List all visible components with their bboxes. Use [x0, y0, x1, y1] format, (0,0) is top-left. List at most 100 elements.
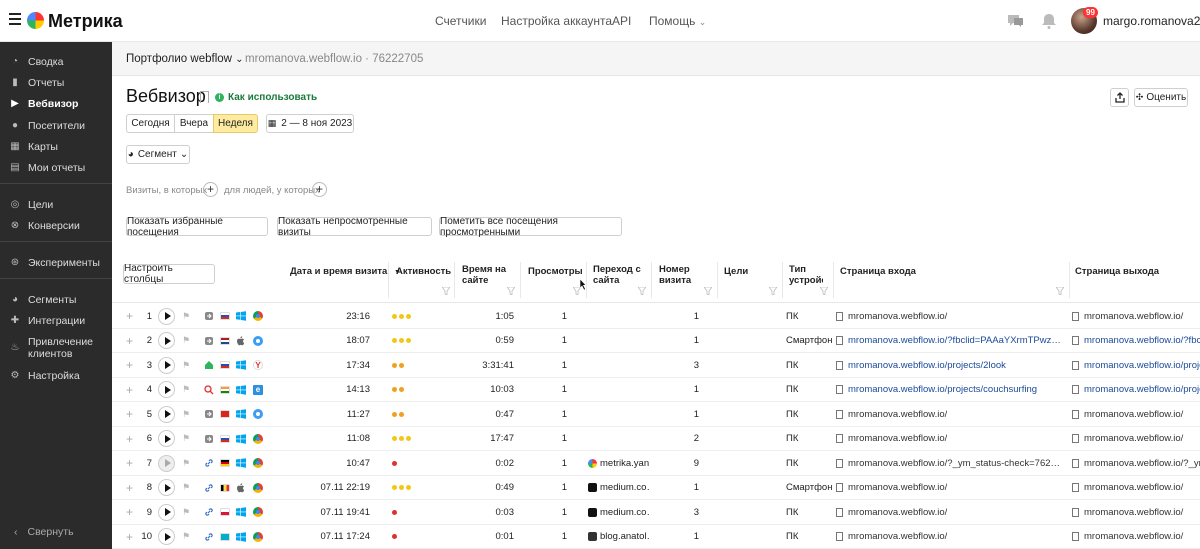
chat-icon[interactable]: [1006, 12, 1024, 30]
filter-icon[interactable]: [1056, 287, 1064, 295]
add-to-favorites-icon[interactable]: +: [126, 451, 133, 475]
col-goals-header[interactable]: Цели: [724, 266, 748, 277]
referrer[interactable]: medium.co…: [588, 476, 650, 500]
sidebar-item-experiments[interactable]: ⊛ Эксперименты: [0, 252, 112, 273]
portfolio-selector[interactable]: Портфолио webflow ⌄: [126, 53, 244, 65]
sidebar-item-conversions[interactable]: ⊗ Конверсии: [0, 215, 112, 236]
sidebar-item-my-reports[interactable]: ▤ Мои отчеты: [0, 157, 112, 178]
add-to-favorites-icon[interactable]: +: [126, 525, 133, 549]
sidebar-item-visitors[interactable]: ● Посетители: [0, 115, 112, 136]
entry-page-link[interactable]: mromanova.webflow.io/projects/2look: [836, 353, 1064, 377]
entry-page-link[interactable]: mromanova.webflow.io/?fbclid=PAAaYXrmTPw…: [836, 329, 1064, 353]
menu-icon[interactable]: [9, 13, 21, 27]
flag-mark-icon[interactable]: ⚑: [182, 304, 190, 328]
show-favorites-button[interactable]: Показать избранные посещения: [126, 216, 268, 238]
entry-page-link[interactable]: mromanova.webflow.io/: [836, 476, 1064, 500]
nav-api[interactable]: API: [612, 14, 631, 28]
col-referrer-header[interactable]: Переход с сайта: [593, 264, 641, 286]
flag-mark-icon[interactable]: ⚑: [182, 402, 190, 426]
referrer[interactable]: blog.anatol…: [588, 525, 650, 549]
flag-mark-icon[interactable]: ⚑: [182, 329, 190, 353]
play-recording-button[interactable]: [158, 304, 176, 328]
flag-mark-icon[interactable]: ⚑: [182, 476, 190, 500]
export-button[interactable]: [1110, 88, 1129, 107]
how-to-use-link[interactable]: i Как использовать: [215, 92, 317, 103]
sidebar-item-settings[interactable]: ⚙ Настройка: [0, 365, 112, 386]
segment-dropdown[interactable]: ◕ Сегмент ⌄: [126, 145, 190, 164]
entry-page-link[interactable]: mromanova.webflow.io/: [836, 427, 1064, 451]
exit-page-link[interactable]: mromanova.webflow.io/: [1072, 476, 1200, 500]
sidebar-item-webvisor[interactable]: ▶ Вебвизор: [0, 93, 112, 114]
exit-page-link[interactable]: mromanova.webflow.io/?_ym_st: [1072, 451, 1200, 475]
date-range-picker[interactable]: ▦ 2 — 8 ноя 2023: [266, 114, 354, 133]
sidebar-item-reports[interactable]: ▮ Отчеты: [0, 72, 112, 93]
period-week[interactable]: Неделя: [213, 114, 258, 133]
flag-mark-icon[interactable]: ⚑: [182, 500, 190, 524]
table-row[interactable]: + 3 ⚑ Y 17:34 3:31:41 1 3 ПК mromanova.w…: [112, 353, 1200, 378]
add-to-favorites-icon[interactable]: +: [126, 427, 133, 451]
table-row[interactable]: + 1 ⚑ 23:16 1:05 1 1 ПК mromanova.webflo…: [112, 304, 1200, 329]
collapse-sidebar-button[interactable]: ‹ Свернуть: [14, 526, 74, 538]
username[interactable]: margo.romanova26: [1103, 14, 1200, 28]
flag-mark-icon[interactable]: ⚑: [182, 525, 190, 549]
mark-all-viewed-button[interactable]: Пометить все посещения просмотренными: [439, 216, 622, 238]
nav-account-settings[interactable]: Настройка аккаунта: [501, 14, 612, 28]
exit-page-link[interactable]: mromanova.webflow.io/projects/: [1072, 378, 1200, 402]
show-unviewed-button[interactable]: Показать непросмотренные визиты: [277, 216, 432, 238]
sidebar-item-segments[interactable]: ◕ Сегменты: [0, 289, 112, 310]
exit-page-link[interactable]: mromanova.webflow.io/?fbclid=: [1072, 329, 1200, 353]
bell-icon[interactable]: [1040, 12, 1058, 30]
sidebar-item-goals[interactable]: ◎ Цели: [0, 194, 112, 215]
col-duration-header[interactable]: Время на сайте: [462, 264, 508, 286]
sidebar-item-summary[interactable]: ◔ Сводка: [0, 51, 112, 72]
col-visit-number-header[interactable]: Номер визита: [659, 264, 699, 286]
table-row[interactable]: + 2 ⚑ 18:07 0:59 1 1 Смартфон… mromanova…: [112, 329, 1200, 353]
referrer[interactable]: metrika.yan…: [588, 451, 650, 475]
table-row[interactable]: + 10 ⚑ 07.11 17:24 0:01 1 blog.anatol… 1…: [112, 525, 1200, 549]
play-recording-button[interactable]: [158, 353, 176, 377]
play-recording-button[interactable]: [158, 525, 176, 549]
entry-page-link[interactable]: mromanova.webflow.io/: [836, 304, 1064, 328]
add-visit-filter-button[interactable]: +: [203, 182, 218, 197]
rate-button[interactable]: ✣ Оценить: [1134, 88, 1188, 107]
col-date-header[interactable]: Дата и время визита ▼: [290, 266, 401, 278]
flag-mark-icon[interactable]: ⚑: [182, 427, 190, 451]
play-recording-button[interactable]: [158, 402, 176, 426]
add-to-favorites-icon[interactable]: +: [126, 353, 133, 377]
entry-page-link[interactable]: mromanova.webflow.io/: [836, 525, 1064, 549]
entry-page-link[interactable]: mromanova.webflow.io/?_ym_status-check=7…: [836, 451, 1064, 475]
entry-page-link[interactable]: mromanova.webflow.io/: [836, 500, 1064, 524]
sidebar-item-integrations[interactable]: ✚ Интеграции: [0, 310, 112, 331]
filter-icon[interactable]: [820, 287, 828, 295]
col-entry-page-header[interactable]: Страница входа: [840, 266, 916, 277]
exit-page-link[interactable]: mromanova.webflow.io/: [1072, 402, 1200, 426]
table-row[interactable]: + 7 ⚑ 10:47 0:02 1 metrika.yan… 9 ПК mro…: [112, 451, 1200, 476]
filter-icon[interactable]: [442, 287, 450, 295]
period-today[interactable]: Сегодня: [126, 114, 175, 133]
sidebar-item-maps[interactable]: ▦ Карты: [0, 136, 112, 157]
add-to-favorites-icon[interactable]: +: [126, 378, 133, 402]
play-recording-button[interactable]: [158, 476, 176, 500]
flag-mark-icon[interactable]: ⚑: [182, 451, 190, 475]
app-name[interactable]: Метрика: [48, 11, 123, 32]
add-to-favorites-icon[interactable]: +: [126, 329, 133, 353]
sidebar-item-acquisition[interactable]: ♨ Привлечение клиентов: [0, 335, 112, 361]
play-recording-button[interactable]: [158, 378, 176, 402]
bookmark-icon[interactable]: [200, 91, 209, 103]
filter-icon[interactable]: [704, 287, 712, 295]
play-recording-button[interactable]: [158, 451, 176, 475]
add-to-favorites-icon[interactable]: +: [126, 304, 133, 328]
exit-page-link[interactable]: mromanova.webflow.io/: [1072, 500, 1200, 524]
table-row[interactable]: + 5 ⚑ 11:27 0:47 1 1 ПК mromanova.webflo…: [112, 402, 1200, 427]
filter-icon[interactable]: [769, 287, 777, 295]
play-recording-button[interactable]: [158, 500, 176, 524]
table-row[interactable]: + 8 ⚑ 07.11 22:19 0:49 1 medium.co… 1 См…: [112, 476, 1200, 500]
exit-page-link[interactable]: mromanova.webflow.io/projects/: [1072, 353, 1200, 377]
exit-page-link[interactable]: mromanova.webflow.io/: [1072, 304, 1200, 328]
table-row[interactable]: + 6 ⚑ 11:08 17:47 1 2 ПК mromanova.webfl…: [112, 427, 1200, 451]
add-to-favorites-icon[interactable]: +: [126, 500, 133, 524]
exit-page-link[interactable]: mromanova.webflow.io/: [1072, 427, 1200, 451]
metrika-logo-icon[interactable]: [27, 12, 44, 29]
flag-mark-icon[interactable]: ⚑: [182, 378, 190, 402]
referrer[interactable]: medium.co…: [588, 500, 650, 524]
